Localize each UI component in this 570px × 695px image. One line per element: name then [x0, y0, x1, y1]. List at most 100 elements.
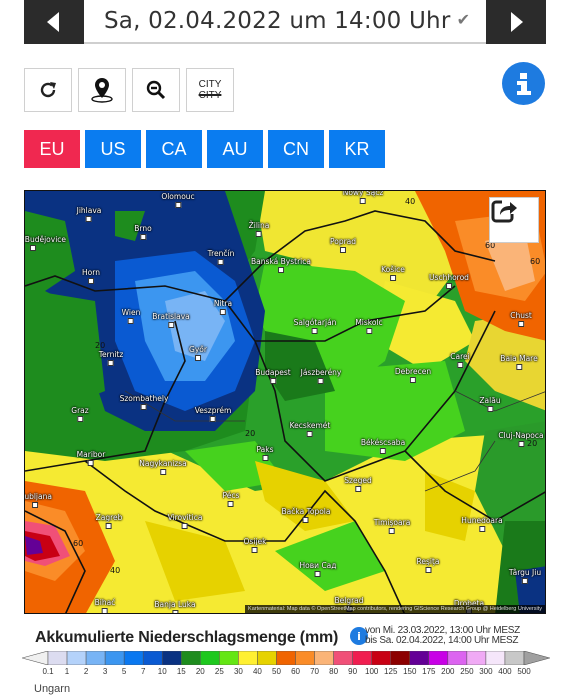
city-label: Debrecen: [395, 367, 431, 383]
scale-swatch: [276, 651, 296, 665]
refresh-button[interactable]: [24, 68, 72, 112]
date-select[interactable]: Sa, 02.04.2022 um 14:00 Uhr ✔: [84, 0, 486, 44]
scale-swatch: [466, 651, 487, 665]
city-label: Bihać: [95, 598, 116, 613]
location-button[interactable]: [78, 68, 126, 112]
region-tab-au[interactable]: AU: [207, 130, 263, 168]
city-label: Nagykanizsa: [139, 459, 187, 475]
scale-tick-label: 70: [310, 667, 319, 676]
scale-tick-label: 300: [479, 667, 493, 676]
map-attribution: Kartenmaterial: Map data © OpenStreetMap…: [245, 605, 545, 613]
info-button[interactable]: [502, 62, 545, 105]
city-label: Virovitica: [168, 513, 203, 529]
share-button[interactable]: [489, 197, 539, 243]
scale-swatch: [181, 651, 201, 665]
scale-tick-label: 15: [176, 667, 186, 676]
city-label: Paks: [256, 445, 273, 461]
contour-label: 40: [405, 197, 416, 206]
city-label: Poprad: [330, 237, 356, 253]
region-tab-kr[interactable]: KR: [329, 130, 385, 168]
scale-tick-label: 100: [364, 667, 379, 676]
scale-swatch: [47, 651, 68, 665]
city-label: Ljubljana: [25, 492, 52, 508]
city-label: Košice: [381, 265, 405, 281]
city-label: Baia Mare: [500, 354, 537, 370]
city-label: Salgótarján: [294, 318, 337, 334]
scale-swatch: [200, 651, 220, 665]
previous-button[interactable]: [24, 0, 84, 44]
city-label: Uschhorod: [429, 273, 469, 289]
scale-swatch: [161, 651, 182, 665]
scale-tick-label: 2: [83, 667, 89, 676]
city-label: Jihlava: [77, 206, 102, 222]
scale-tick-label: 0.1: [42, 667, 54, 676]
zoom-out-icon: [146, 80, 166, 100]
precipitation-map[interactable]: Olomouc Jihlava Brno České Budějovice Ho…: [24, 190, 546, 614]
scale-swatch: [85, 651, 106, 665]
region-name: Ungarn: [34, 683, 71, 695]
city-label: Нови Сад: [300, 561, 337, 577]
city-label: Zalău: [479, 396, 500, 412]
city-label: Târgu Jiu: [509, 568, 541, 584]
scale-tick-label: 25: [214, 667, 224, 676]
contour-label: 20: [245, 429, 256, 438]
scale-swatch: [66, 651, 87, 665]
city-label: Nowy Sącz: [343, 191, 384, 204]
city-label: Kecskemét: [290, 421, 331, 437]
scale-tick-label: 125: [384, 667, 398, 676]
scale-swatch: [238, 651, 258, 665]
scale-tick-label: 3: [102, 667, 108, 676]
scale-tick-label: 10: [157, 667, 167, 676]
scale-tick-label: 400: [498, 667, 512, 676]
city-label: Timişoara: [374, 518, 411, 534]
scale-tick-label: 30: [233, 667, 243, 676]
city-label: Graz: [71, 406, 88, 422]
scale-low-arrow: [22, 651, 49, 665]
scale-tick-label: 50: [272, 667, 281, 676]
region-tab-eu[interactable]: EU: [24, 130, 80, 168]
map-toolbar: CITY CITY: [24, 68, 234, 112]
next-button[interactable]: [486, 0, 546, 44]
city-label: Banská Bystrica: [251, 257, 311, 273]
city-label: Ternitz: [99, 350, 124, 366]
city-label: Miskolc: [355, 318, 382, 334]
city-label: České Budějovice: [25, 235, 66, 251]
check-icon: ✔: [456, 10, 470, 29]
city-label: Jászberény: [301, 368, 342, 384]
color-scale-bar: [22, 651, 550, 665]
region-tab-ca[interactable]: CA: [146, 130, 202, 168]
scale-tick-label: 175: [422, 667, 436, 676]
date-select-value: Sa, 02.04.2022 um 14:00 Uhr: [104, 8, 451, 34]
scale-tick-label: 200: [441, 667, 455, 676]
city-label: Nitra: [214, 299, 232, 315]
contour-label: 40: [110, 566, 121, 575]
contour-label: 20: [95, 341, 106, 350]
city-label: Pécs: [223, 491, 240, 507]
scale-swatch: [371, 651, 391, 665]
share-icon: [491, 200, 517, 223]
scale-high-arrow: [523, 651, 550, 665]
city-label: Osijek: [244, 537, 267, 553]
city-label: Zagreb: [96, 513, 123, 529]
city-label: Budapest: [255, 368, 290, 384]
city-label: Hunedoara: [461, 516, 502, 532]
city-label-top: CITY: [198, 79, 222, 90]
scale-swatch: [504, 651, 525, 665]
scale-swatch: [409, 651, 430, 665]
info-icon: [516, 72, 531, 95]
scale-tick-label: 5: [121, 667, 127, 676]
scale-swatch: [104, 651, 125, 665]
contour-label: 60: [530, 257, 541, 266]
scale-swatch: [123, 651, 144, 665]
scale-swatch: [447, 651, 468, 665]
region-tab-us[interactable]: US: [85, 130, 141, 168]
color-scale-labels: 0.1 1 2 3 5 7 10 15 20 25 30 40 50 60 70 80 90 100 125 150 1…: [0, 667, 570, 677]
zoom-out-button[interactable]: [132, 68, 180, 112]
region-tab-cn[interactable]: CN: [268, 130, 324, 168]
scale-swatch: [142, 651, 163, 665]
date-navigation: Sa, 02.04.2022 um 14:00 Uhr ✔: [24, 0, 546, 44]
legend-range-end: bis Sa. 02.04.2022, 14:00 Uhr MESZ: [365, 635, 519, 646]
city-toggle-button[interactable]: CITY CITY: [186, 68, 234, 112]
city-label: Maribor: [77, 450, 106, 466]
scale-tick-label: 80: [329, 667, 339, 676]
